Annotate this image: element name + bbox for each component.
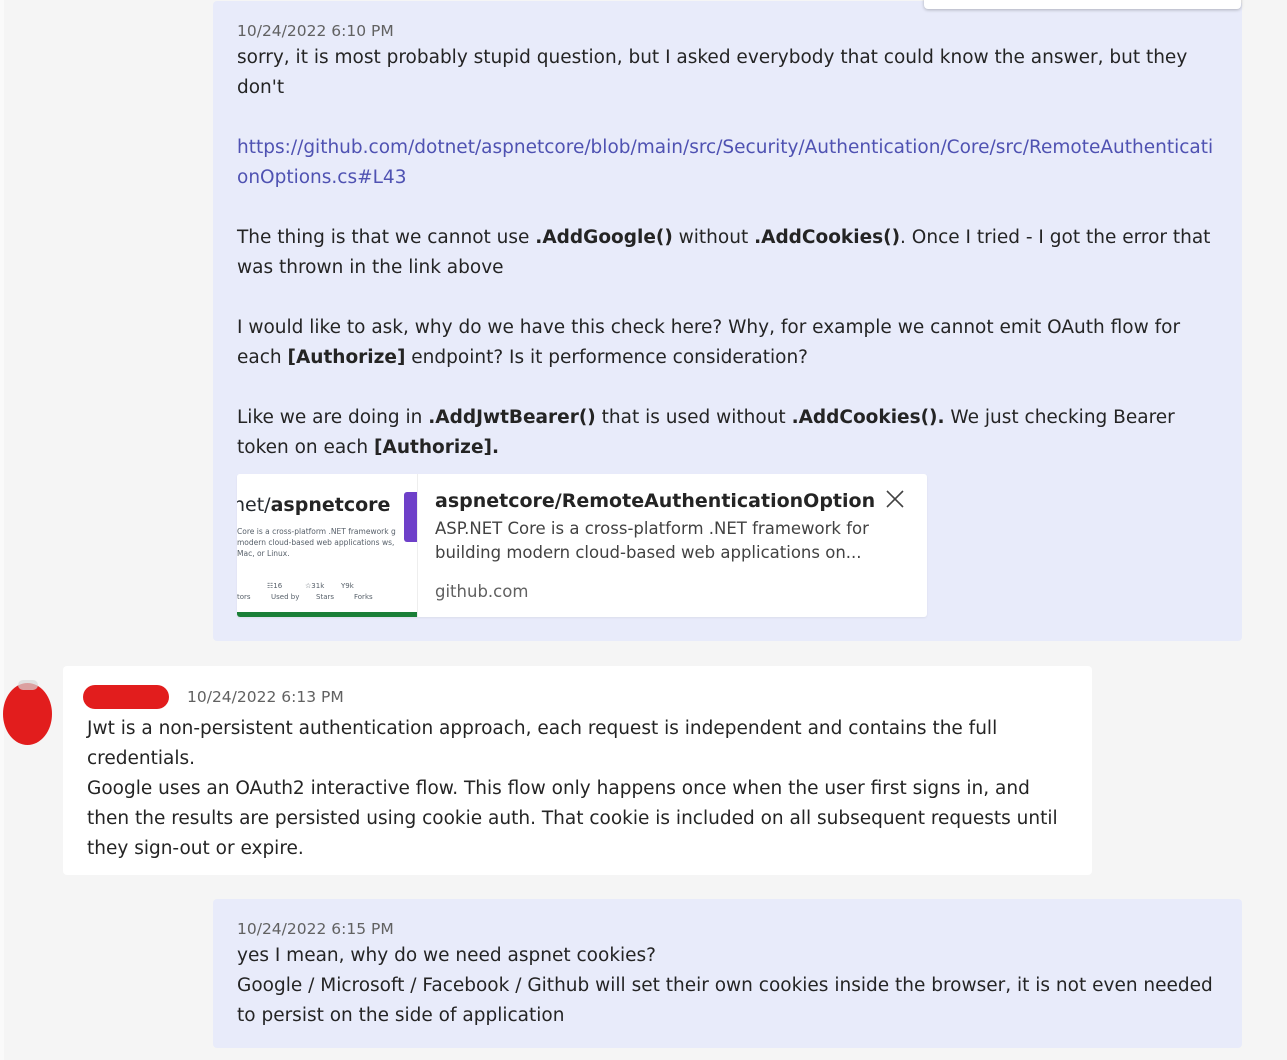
thumbnail-stat-value: ☷ 16 (267, 582, 283, 590)
github-link[interactable]: https://github.com/dotnet/aspnetcore/blo… (237, 137, 1213, 188)
message-own-2[interactable]: 10/24/2022 6:15 PM yes I mean, why do we… (213, 899, 1242, 1048)
text-run: Like we are doing in (237, 407, 429, 428)
thumbnail-language-bar (237, 612, 417, 617)
message-paragraph: The thing is that we cannot use .AddGoog… (237, 223, 1218, 283)
bold-code: .AddGoogle() (535, 227, 673, 248)
message-paragraph: Google / Microsoft / Facebook / Github w… (237, 975, 1213, 1026)
message-header: 10/24/2022 6:13 PM (83, 684, 1068, 709)
message-paragraph: yes I mean, why do we need aspnet cookie… (237, 945, 657, 966)
preview-title[interactable]: aspnetcore/RemoteAuthenticationOptions.c… (435, 490, 875, 512)
bold-code: [Authorize] (287, 347, 406, 368)
close-icon[interactable] (884, 488, 906, 510)
avatar-status (18, 680, 38, 690)
message-timestamp: 10/24/2022 6:13 PM (187, 687, 344, 706)
thumbnail-title-prefix: net/ (237, 494, 271, 516)
text-run: The thing is that we cannot use (237, 227, 536, 248)
avatar[interactable] (3, 683, 52, 745)
message-timestamp: 10/24/2022 6:15 PM (237, 920, 394, 938)
message-paragraph: I would like to ask, why do we have this… (237, 313, 1218, 373)
thumbnail-accent (404, 492, 417, 542)
message-body: Jwt is a non-persistent authentication a… (87, 714, 1068, 864)
sender-name-redacted (83, 684, 169, 709)
thumbnail-stat-label: Forks (354, 593, 373, 601)
forks-count: 9k (345, 582, 354, 590)
thumbnail-stat-label: Used by (271, 593, 300, 601)
preview-thumbnail: net/aspnetcore Core is a cross-platform … (237, 474, 418, 617)
message-body: yes I mean, why do we need aspnet cookie… (237, 941, 1218, 1031)
message-paragraph: Jwt is a non-persistent authentication a… (87, 718, 998, 769)
message-paragraph: Google uses an OAuth2 interactive flow. … (87, 778, 1058, 859)
thumbnail-title: net/aspnetcore (237, 494, 390, 516)
stars-count: 31k (311, 582, 325, 590)
preview-domain: github.com (435, 582, 529, 601)
bold-code: .AddCookies(). (791, 407, 945, 428)
used-by-count: 16 (273, 582, 283, 590)
thumbnail-stat-value: Y 9k (341, 582, 354, 590)
left-edge (0, 0, 4, 1060)
text-run: without (672, 227, 755, 248)
message-timestamp: 10/24/2022 6:10 PM (237, 22, 394, 40)
thumbnail-stat-value: ☆ 31k (305, 582, 325, 590)
message-paragraph: Like we are doing in .AddJwtBearer() tha… (237, 403, 1218, 463)
thumbnail-stat-label: tors (237, 593, 251, 601)
message-body: sorry, it is most probably stupid questi… (237, 43, 1218, 463)
bold-code: .AddCookies() (754, 227, 901, 248)
text-run: endpoint? Is it performence consideratio… (405, 347, 808, 368)
text-run: that is used without (595, 407, 792, 428)
link-preview-card[interactable]: net/aspnetcore Core is a cross-platform … (237, 474, 927, 617)
thumbnail-title-bold: aspnetcore (270, 494, 391, 516)
bold-code: [Authorize]. (374, 437, 499, 458)
message-own-1[interactable]: 10/24/2022 6:10 PM sorry, it is most pro… (213, 1, 1242, 641)
message-paragraph: https://github.com/dotnet/aspnetcore/blo… (237, 133, 1218, 193)
bold-code: .AddJwtBearer() (428, 407, 596, 428)
thumbnail-stat-label: Stars (316, 593, 335, 601)
thumbnail-description: Core is a cross-platform .NET framework … (237, 527, 396, 558)
message-other-1[interactable]: 10/24/2022 6:13 PM Jwt is a non-persiste… (63, 666, 1092, 875)
floating-toolbar[interactable] (924, 0, 1241, 9)
message-paragraph: sorry, it is most probably stupid questi… (237, 47, 1188, 98)
preview-description: ASP.NET Core is a cross-platform .NET fr… (435, 519, 869, 562)
